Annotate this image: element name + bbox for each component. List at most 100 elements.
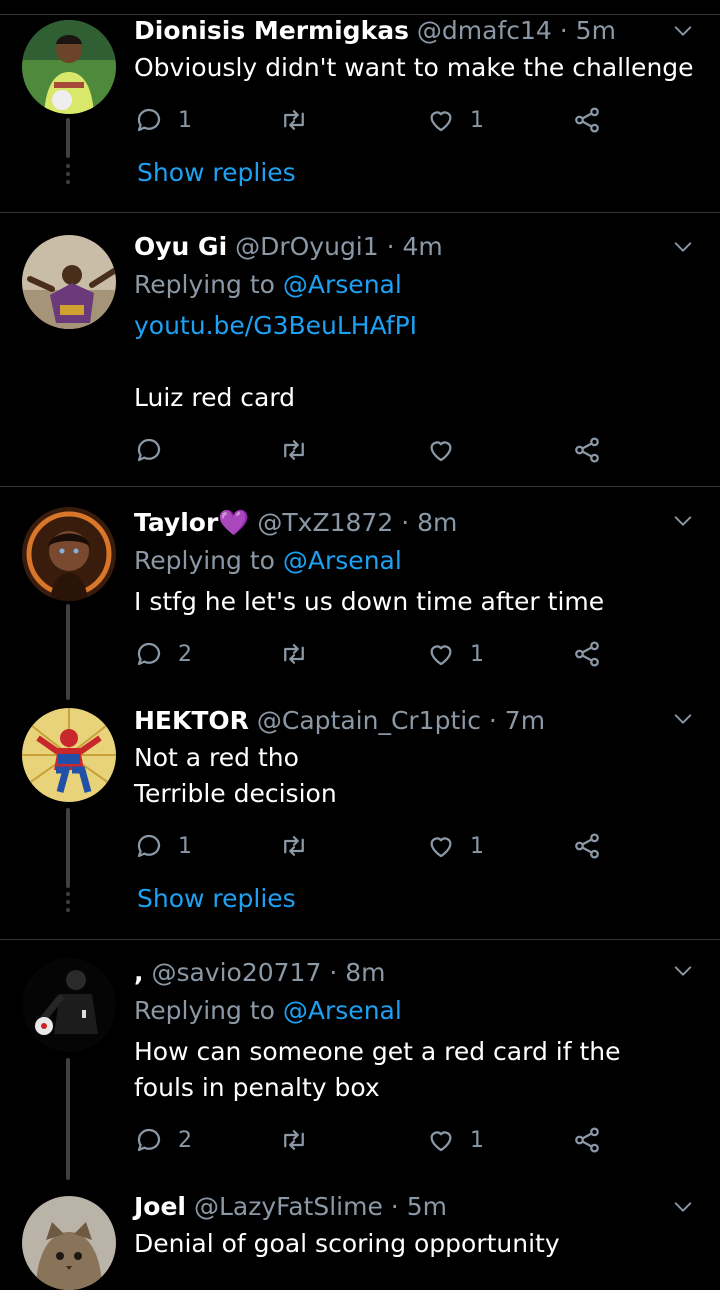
retweet-icon bbox=[279, 105, 309, 135]
reply-count: 2 bbox=[178, 641, 192, 667]
handle[interactable]: @dmafc14 bbox=[417, 16, 552, 45]
tweet-header: , @savio20717 · 8m bbox=[134, 956, 385, 990]
chevron-down-icon[interactable] bbox=[672, 510, 694, 532]
tweet-actions: 1 1 bbox=[134, 100, 614, 140]
retweet-button[interactable] bbox=[279, 1120, 309, 1160]
display-name[interactable]: Dionisis Mermigkas bbox=[134, 16, 409, 45]
like-button[interactable]: 1 bbox=[426, 826, 484, 866]
reply-count: 1 bbox=[178, 833, 192, 859]
like-button[interactable]: 1 bbox=[426, 100, 484, 140]
retweet-button[interactable] bbox=[279, 100, 309, 140]
retweet-button[interactable] bbox=[279, 826, 309, 866]
show-replies-link[interactable]: Show replies bbox=[137, 156, 296, 190]
avatar[interactable] bbox=[22, 235, 116, 329]
thread-line bbox=[66, 118, 70, 158]
thread-dots bbox=[66, 892, 70, 916]
reply-button[interactable]: 2 bbox=[134, 634, 192, 674]
purple-heart-emoji: 💜 bbox=[218, 508, 250, 537]
share-icon bbox=[572, 831, 602, 861]
timestamp[interactable]: · 8m bbox=[401, 508, 457, 537]
share-button[interactable] bbox=[572, 100, 602, 140]
chevron-down-icon[interactable] bbox=[672, 708, 694, 730]
handle[interactable]: @LazyFatSlime bbox=[194, 1192, 383, 1221]
replying-to-prefix: Replying to bbox=[134, 546, 275, 575]
handle[interactable]: @savio20717 bbox=[151, 958, 321, 987]
like-button[interactable] bbox=[426, 430, 456, 470]
chevron-down-icon[interactable] bbox=[672, 960, 694, 982]
thread-line bbox=[66, 1058, 70, 1180]
chevron-down-icon[interactable] bbox=[672, 20, 694, 42]
thread-line bbox=[66, 604, 70, 700]
reply-icon bbox=[134, 639, 164, 669]
handle[interactable]: @TxZ1872 bbox=[257, 508, 393, 537]
retweet-icon bbox=[279, 639, 309, 669]
tweet-actions: 2 1 bbox=[134, 634, 614, 674]
timestamp[interactable]: · 7m bbox=[489, 706, 545, 735]
handle[interactable]: @Captain_Cr1ptic bbox=[257, 706, 481, 735]
tweet-text: Luiz red card bbox=[134, 383, 296, 412]
tweet-header: Taylor💜 @TxZ1872 · 8m bbox=[134, 506, 457, 540]
heart-icon bbox=[426, 435, 456, 465]
chevron-down-icon[interactable] bbox=[672, 1196, 694, 1218]
display-name[interactable]: Joel bbox=[134, 1192, 186, 1221]
thread-line bbox=[66, 808, 70, 888]
heart-icon bbox=[426, 105, 456, 135]
share-icon bbox=[572, 1125, 602, 1155]
mention-link[interactable]: @Arsenal bbox=[283, 270, 402, 299]
tweet-header: Oyu Gi @DrOyugi1 · 4m bbox=[134, 230, 443, 264]
like-count: 1 bbox=[470, 107, 484, 133]
reply-count: 1 bbox=[178, 107, 192, 133]
avatar[interactable] bbox=[22, 507, 116, 601]
like-button[interactable]: 1 bbox=[426, 1120, 484, 1160]
tweet-header: Dionisis Mermigkas @dmafc14 · 5m bbox=[134, 14, 616, 48]
display-name[interactable]: , bbox=[134, 958, 144, 987]
avatar[interactable] bbox=[22, 958, 116, 1052]
like-button[interactable]: 1 bbox=[426, 634, 484, 674]
retweet-button[interactable] bbox=[279, 430, 309, 470]
handle[interactable]: @DrOyugi1 bbox=[235, 232, 379, 261]
reply-icon bbox=[134, 105, 164, 135]
timestamp[interactable]: · 8m bbox=[329, 958, 385, 987]
like-count: 1 bbox=[470, 1127, 484, 1153]
avatar[interactable] bbox=[22, 1196, 116, 1290]
replying-to-prefix: Replying to bbox=[134, 996, 275, 1025]
heart-icon bbox=[426, 1125, 456, 1155]
timestamp[interactable]: · 4m bbox=[387, 232, 443, 261]
show-replies-link[interactable]: Show replies bbox=[137, 882, 296, 916]
replying-to: Replying to @Arsenal bbox=[134, 994, 402, 1028]
tweet-text: How can someone get a red card if the fo… bbox=[134, 1037, 621, 1102]
reply-button[interactable]: 1 bbox=[134, 100, 192, 140]
share-button[interactable] bbox=[572, 826, 602, 866]
thread-dots bbox=[66, 164, 70, 188]
display-name[interactable]: Oyu Gi bbox=[134, 232, 227, 261]
retweet-button[interactable] bbox=[279, 634, 309, 674]
timestamp[interactable]: · 5m bbox=[560, 16, 616, 45]
tweet-actions: 2 1 bbox=[134, 1120, 614, 1160]
tweet-link[interactable]: youtu.be/G3BeuLHAfPI bbox=[134, 308, 694, 344]
reply-button[interactable] bbox=[134, 430, 164, 470]
mention-link[interactable]: @Arsenal bbox=[283, 546, 402, 575]
replying-to: Replying to @Arsenal bbox=[134, 268, 402, 302]
share-button[interactable] bbox=[572, 430, 602, 470]
avatar[interactable] bbox=[22, 20, 116, 114]
chevron-down-icon[interactable] bbox=[672, 236, 694, 258]
retweet-icon bbox=[279, 1125, 309, 1155]
reply-count: 2 bbox=[178, 1127, 192, 1153]
reply-button[interactable]: 1 bbox=[134, 826, 192, 866]
mention-link[interactable]: @Arsenal bbox=[283, 996, 402, 1025]
reply-icon bbox=[134, 1125, 164, 1155]
display-name[interactable]: HEKTOR bbox=[134, 706, 249, 735]
reply-button[interactable]: 2 bbox=[134, 1120, 192, 1160]
divider bbox=[0, 939, 720, 940]
retweet-icon bbox=[279, 831, 309, 861]
avatar[interactable] bbox=[22, 708, 116, 802]
display-name[interactable]: Taylor bbox=[134, 508, 218, 537]
retweet-icon bbox=[279, 435, 309, 465]
share-button[interactable] bbox=[572, 634, 602, 674]
share-icon bbox=[572, 105, 602, 135]
heart-icon bbox=[426, 831, 456, 861]
share-icon bbox=[572, 639, 602, 669]
share-button[interactable] bbox=[572, 1120, 602, 1160]
timestamp[interactable]: · 5m bbox=[391, 1192, 447, 1221]
like-count: 1 bbox=[470, 641, 484, 667]
